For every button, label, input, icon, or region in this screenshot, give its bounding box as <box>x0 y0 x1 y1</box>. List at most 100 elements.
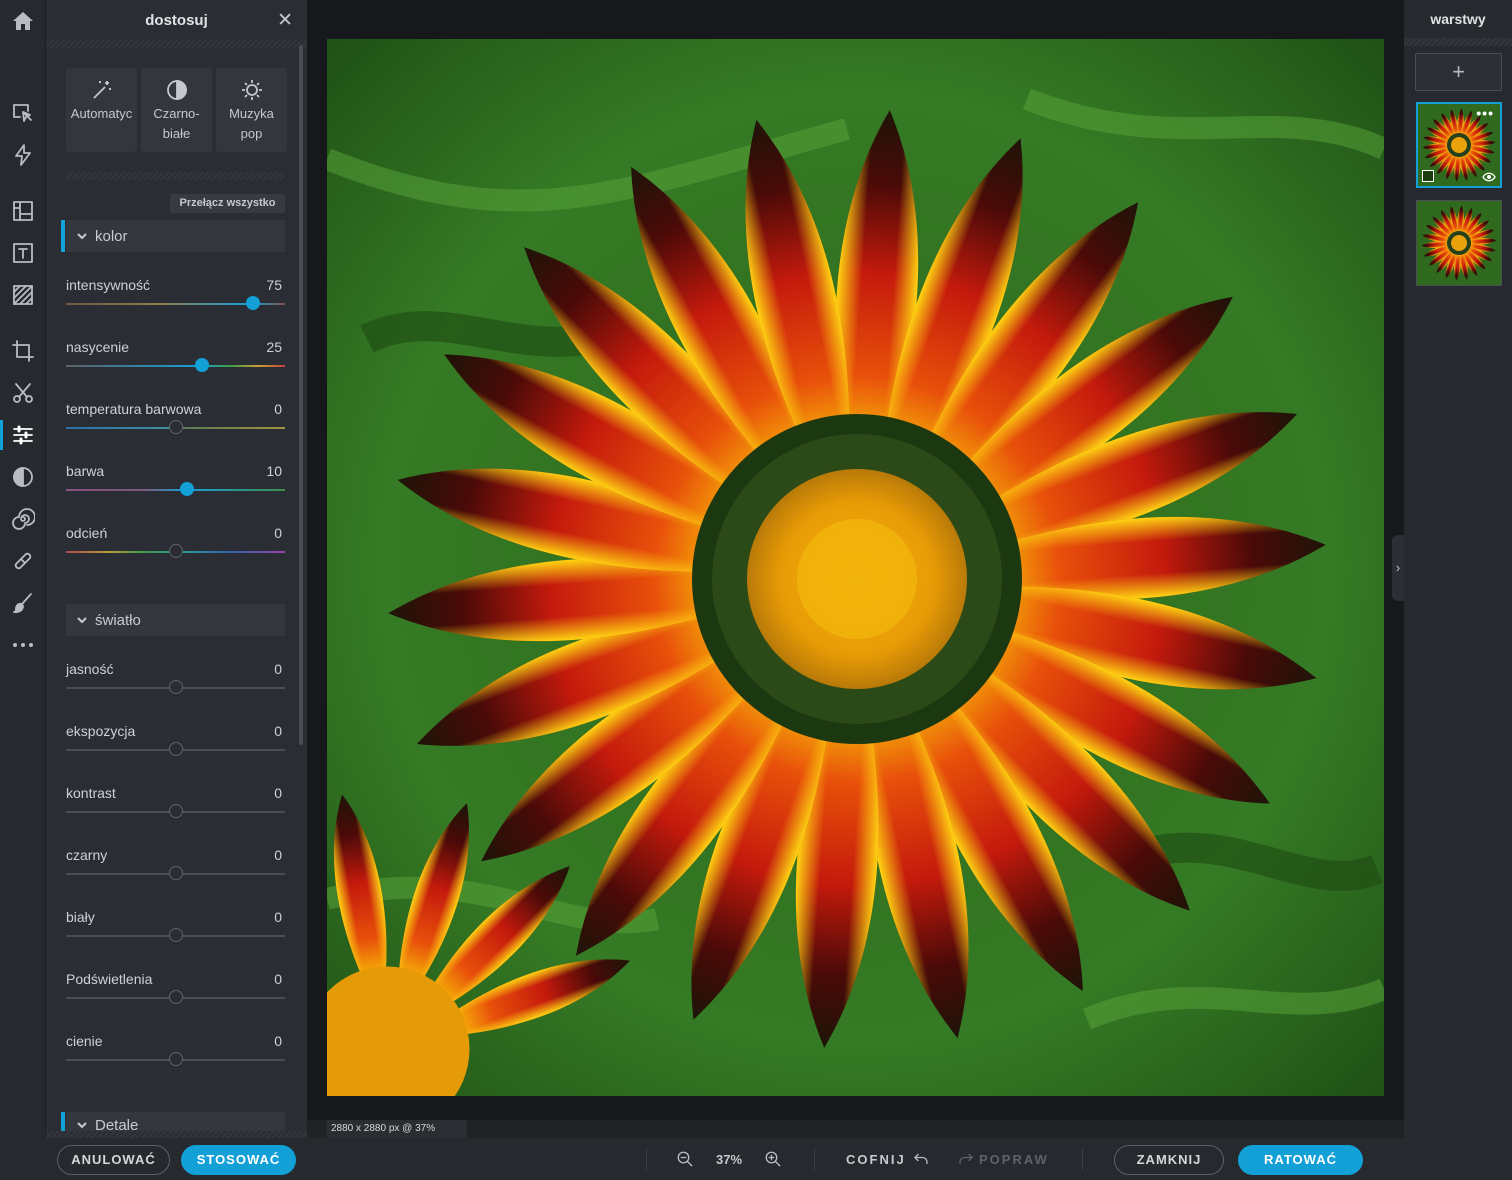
expand-panel-toggle[interactable]: › <box>1392 535 1404 601</box>
slider-brightness[interactable]: jasność 0 <box>66 661 285 701</box>
tool-liquify[interactable] <box>0 498 46 540</box>
undo-icon <box>913 1153 928 1165</box>
layer-thumbnail <box>1417 201 1501 285</box>
slider-exposure[interactable]: ekspozycja 0 <box>66 723 285 763</box>
layer-item[interactable] <box>1416 200 1502 286</box>
slider-value: 10 <box>266 463 282 479</box>
slider-shadows[interactable]: cienie 0 <box>66 1033 285 1073</box>
tool-draw[interactable] <box>0 582 46 624</box>
home-button[interactable] <box>0 0 46 42</box>
tool-adjust[interactable] <box>0 414 46 456</box>
tool-texture[interactable] <box>0 274 46 316</box>
slider-value: 0 <box>274 847 282 863</box>
save-button[interactable]: RATOWAĆ <box>1238 1145 1363 1175</box>
zoom-in-button[interactable] <box>764 1138 782 1180</box>
cancel-button[interactable]: ANULOWAĆ <box>57 1145 170 1175</box>
redo-label: POPRAW <box>979 1151 1049 1167</box>
slider-saturation[interactable]: nasycenie 25 <box>66 339 285 379</box>
slider-handle[interactable] <box>169 1052 183 1066</box>
eye-icon[interactable] <box>1482 172 1496 182</box>
slider-hue[interactable]: odcień 0 <box>66 525 285 565</box>
zoom-out-icon <box>677 1151 693 1167</box>
home-icon <box>13 12 33 30</box>
layers-panel: warstwy + ••• <box>1404 0 1512 1138</box>
zoom-out-button[interactable] <box>676 1138 694 1180</box>
add-layer-button[interactable]: + <box>1415 53 1502 91</box>
tool-effects[interactable] <box>0 456 46 498</box>
divider <box>66 172 285 180</box>
tool-text[interactable] <box>0 232 46 274</box>
layout-grid-icon <box>13 201 33 221</box>
preset-pop[interactable]: Muzyka pop <box>216 68 287 152</box>
slider-handle[interactable] <box>246 296 260 310</box>
slider-handle[interactable] <box>169 742 183 756</box>
canvas-area[interactable]: › 2880 x 2880 px @ 37% <box>307 0 1404 1138</box>
slider-blacks[interactable]: czarny 0 <box>66 847 285 887</box>
slider-value: 0 <box>274 525 282 541</box>
close-panel-button[interactable]: ✕ <box>277 9 293 32</box>
more-dots-icon <box>13 643 33 647</box>
slider-value: 75 <box>266 277 282 293</box>
slider-tint[interactable]: barwa 10 <box>66 463 285 503</box>
slider-intensity[interactable]: intensywność 75 <box>66 277 285 317</box>
magic-wand-icon <box>92 81 111 99</box>
close-icon: ✕ <box>277 10 293 31</box>
slider-whites[interactable]: biały 0 <box>66 909 285 949</box>
zoom-in-icon <box>765 1151 781 1167</box>
slider-label: czarny <box>66 847 108 863</box>
preset-auto[interactable]: Automatyc <box>66 68 137 152</box>
slider-temperature[interactable]: temperatura barwowa 0 <box>66 401 285 441</box>
sliders-icon <box>13 425 33 445</box>
apply-button[interactable]: STOSOWAĆ <box>181 1145 296 1175</box>
slider-handle[interactable] <box>169 680 183 694</box>
slider-label: jasność <box>66 661 114 677</box>
section-light[interactable]: światło <box>66 604 285 636</box>
tool-quick-actions[interactable] <box>0 134 46 176</box>
slider-track <box>66 365 285 367</box>
slider-value: 0 <box>274 909 282 925</box>
tool-heal[interactable] <box>0 540 46 582</box>
panel-scrollbar[interactable] <box>299 45 303 745</box>
tool-cutout[interactable] <box>0 372 46 414</box>
brush-icon <box>13 593 32 614</box>
slider-label: intensywność <box>66 277 151 293</box>
image-layer-icon <box>1422 170 1434 182</box>
slider-contrast[interactable]: kontrast 0 <box>66 785 285 825</box>
slider-handle[interactable] <box>169 866 183 880</box>
canvas-status-bar <box>307 1120 1404 1138</box>
tool-layout[interactable] <box>0 190 46 232</box>
chevron-down-icon <box>77 233 87 240</box>
section-color[interactable]: kolor <box>61 220 285 252</box>
slider-handle[interactable] <box>169 420 183 434</box>
redo-button[interactable]: POPRAW <box>957 1138 1049 1180</box>
slider-label: biały <box>66 909 95 925</box>
slider-handle[interactable] <box>169 990 183 1004</box>
photo-canvas[interactable] <box>327 39 1384 1096</box>
slider-handle[interactable] <box>195 358 209 372</box>
select-arrow-icon <box>13 104 32 122</box>
tool-crop[interactable] <box>0 330 46 372</box>
text-icon <box>13 243 33 263</box>
undo-button[interactable]: COFNIJ <box>846 1138 930 1180</box>
slider-handle[interactable] <box>169 804 183 818</box>
preset-black-white[interactable]: Czarno- białe <box>141 68 212 152</box>
slider-value: 0 <box>274 661 282 677</box>
tool-select[interactable] <box>0 92 46 134</box>
tool-more[interactable] <box>0 624 46 666</box>
scissors-icon <box>13 383 33 403</box>
panel-title: dostosuj <box>145 11 208 29</box>
toggle-all-button[interactable]: Przełącz wszystko <box>170 194 285 213</box>
slider-handle[interactable] <box>169 544 183 558</box>
undo-label: COFNIJ <box>846 1151 906 1167</box>
slider-handle[interactable] <box>180 482 194 496</box>
photo-editor-app: dostosuj ✕ Automatyc Czarno- białe Muzyk… <box>0 0 1512 1180</box>
layer-more-icon[interactable]: ••• <box>1476 105 1494 121</box>
close-button[interactable]: ZAMKNIJ <box>1114 1145 1224 1175</box>
zoom-level: 37% <box>716 1151 743 1167</box>
layer-item-selected[interactable]: ••• <box>1416 102 1502 188</box>
slider-handle[interactable] <box>169 928 183 942</box>
panel-footer: ANULOWAĆ STOSOWAĆ <box>0 1138 307 1180</box>
image-size-info: 2880 x 2880 px @ 37% <box>327 1120 467 1138</box>
slider-highlights[interactable]: Podświetlenia 0 <box>66 971 285 1011</box>
divider <box>1404 38 1512 46</box>
